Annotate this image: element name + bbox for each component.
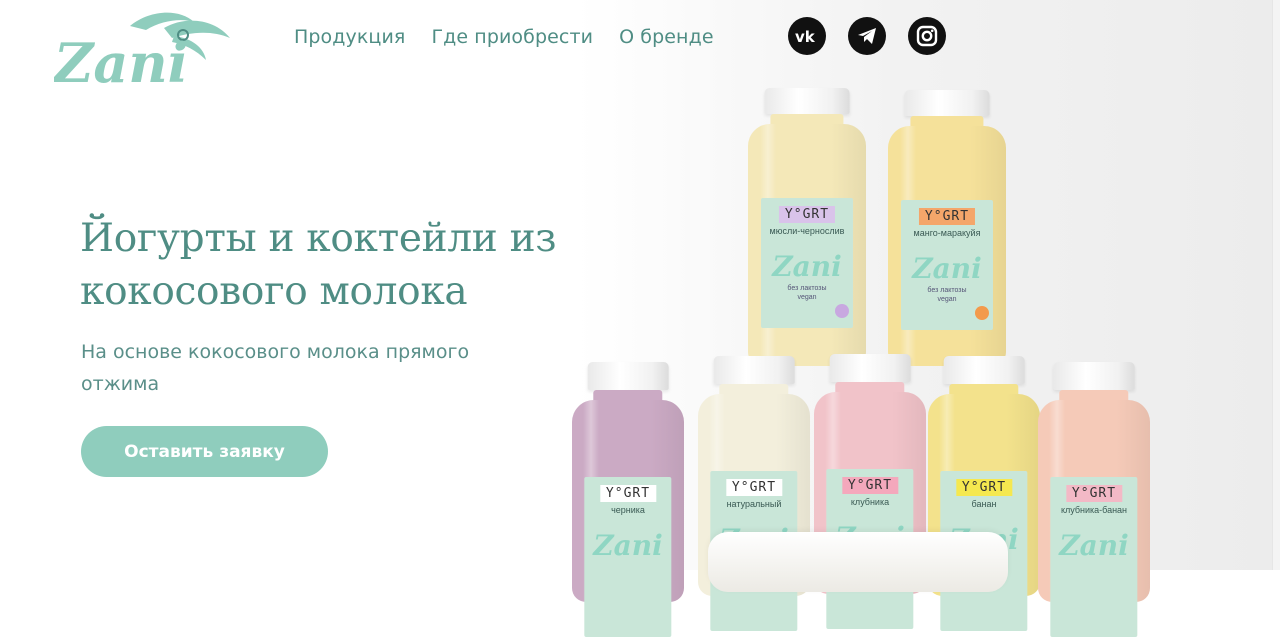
instagram-icon[interactable] xyxy=(908,17,946,55)
vk-icon[interactable]: vk xyxy=(788,17,826,55)
svg-text:vk: vk xyxy=(795,29,816,43)
logo-text: Zani xyxy=(54,31,188,88)
nav-about-brand[interactable]: О бренде xyxy=(619,26,714,48)
nav-products[interactable]: Продукция xyxy=(294,26,405,48)
leave-request-button[interactable]: Оставить заявку xyxy=(81,426,328,477)
zani-logo[interactable]: Zani xyxy=(54,8,234,88)
hero-subtitle: На основе кокосового молока прямого отжи… xyxy=(81,341,470,395)
social-links: vk xyxy=(788,17,946,55)
main-nav: Продукция Где приобрести О бренде xyxy=(294,26,714,48)
hero-title: Йогурты и коктейли из кокосового молока xyxy=(80,216,557,314)
scrollbar[interactable] xyxy=(1272,0,1280,570)
nav-where-to-buy[interactable]: Где приобрести xyxy=(431,26,593,48)
telegram-icon[interactable] xyxy=(848,17,886,55)
